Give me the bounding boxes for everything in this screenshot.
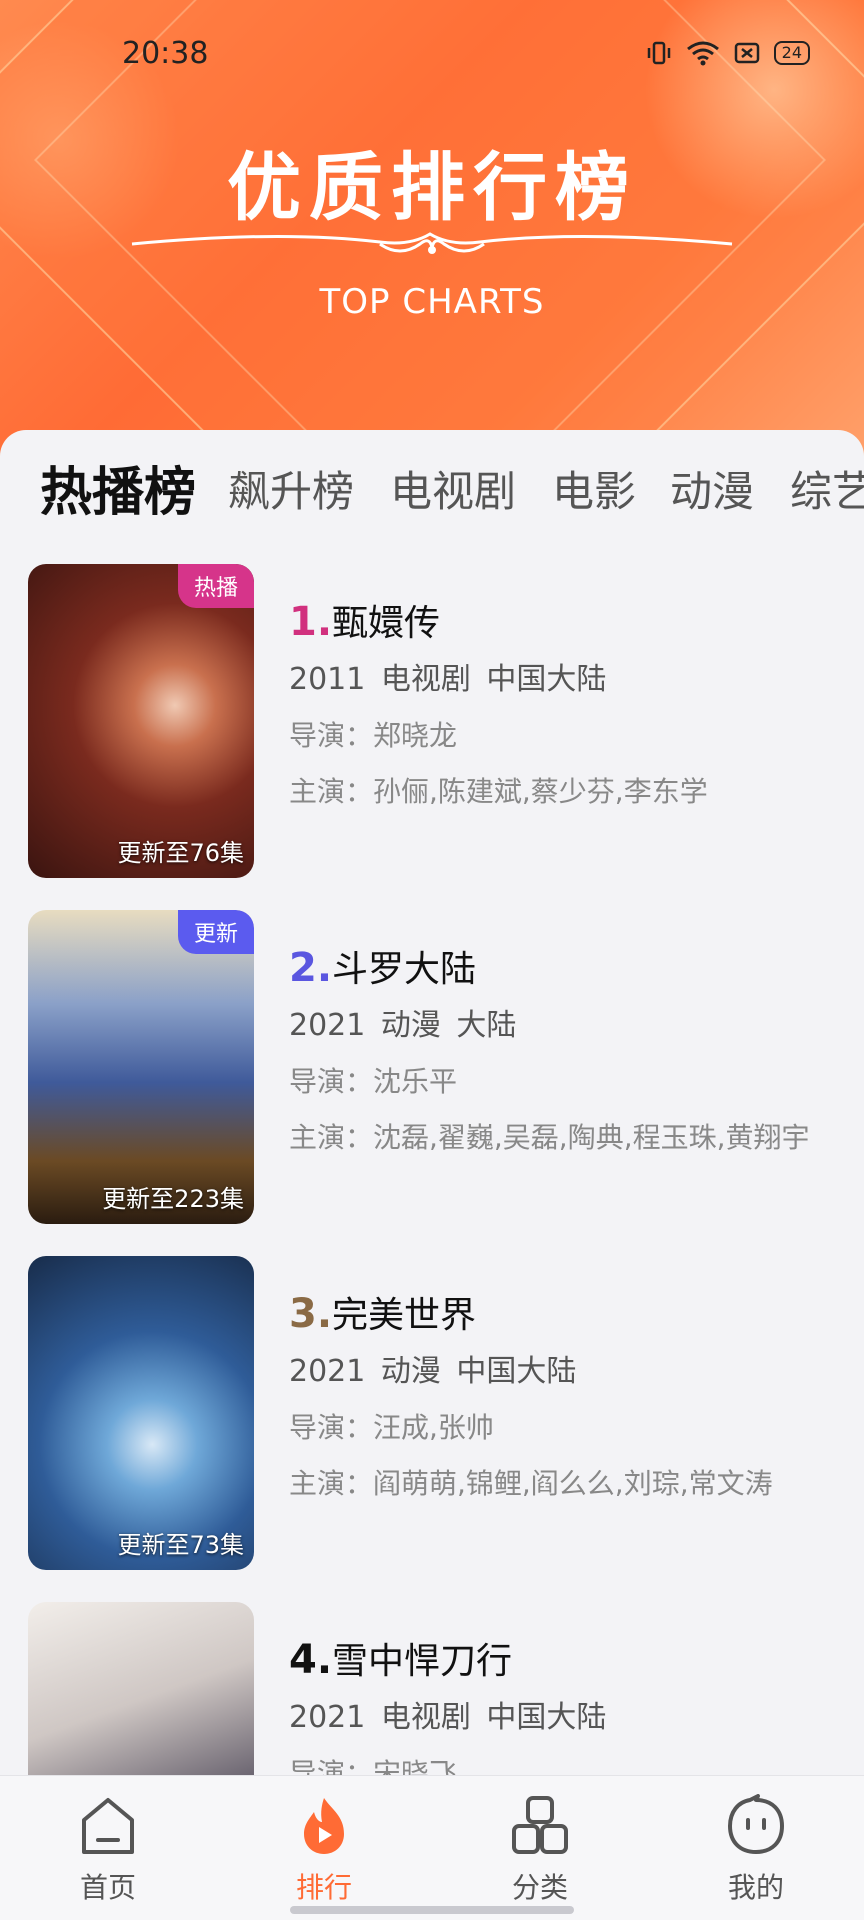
rank-number: 4. <box>289 1637 333 1683</box>
item-info: 4.雪中悍刀行 2021 电视剧 中国大陆 导演：宋晓飞 <box>289 1632 859 1775</box>
item-title: 1.甄嬛传 <box>289 594 859 645</box>
profile-icon <box>728 1794 784 1854</box>
nav-label: 分类 <box>511 1871 568 1904</box>
rank-number: 2. <box>289 945 333 991</box>
item-director: 导演：沈乐平 <box>289 1065 458 1098</box>
wifi-icon <box>686 41 719 66</box>
item-title: 4.雪中悍刀行 <box>289 1632 859 1683</box>
poster-image[interactable]: 更新至73集 <box>28 1256 254 1570</box>
item-info: 1.甄嬛传 2011 电视剧 中国大陆 导演：郑晓龙 主演：孙俪,陈建斌,蔡少芬… <box>289 594 859 810</box>
status-bar: 20:38 24 <box>0 0 864 110</box>
item-cast: 主演：阎萌萌,锦鲤,阎么么,刘琮,常文涛 <box>289 1467 773 1500</box>
item-meta: 2021 动漫 大陆 <box>289 1008 517 1043</box>
episode-count: 更新至223集 <box>102 1185 244 1213</box>
item-director: 导演：汪成,张帅 <box>289 1411 494 1444</box>
ranking-content: 热播榜 飙升榜 电视剧 电影 动漫 综艺 热播 更新至76集 1.甄嬛传 201… <box>0 430 864 1775</box>
vibrate-icon <box>647 41 670 65</box>
rank-number: 1. <box>289 599 333 645</box>
episode-count: 更新至76集 <box>117 839 244 867</box>
tab-movie[interactable]: 电影 <box>552 458 636 519</box>
episode-count: 更新至73集 <box>117 1531 244 1559</box>
tab-variety[interactable]: 综艺 <box>790 458 864 519</box>
sim-off-icon <box>734 42 759 64</box>
update-badge: 更新 <box>177 910 254 954</box>
hot-badge: 热播 <box>177 564 254 608</box>
header-banner: 20:38 24 优质排行榜 TOP CHARTS <box>0 0 864 460</box>
nav-category[interactable]: 分类 <box>470 1794 610 1906</box>
list-item[interactable]: 热播 更新至76集 1.甄嬛传 2011 电视剧 中国大陆 导演：郑晓龙 主演：… <box>28 564 864 880</box>
tab-hot[interactable]: 热播榜 <box>40 450 196 525</box>
fire-play-icon <box>304 1798 344 1854</box>
title-text: 甄嬛传 <box>332 603 441 644</box>
item-cast: 主演：沈磊,翟巍,吴磊,陶典,程玉珠,黄翔宇 <box>289 1121 810 1154</box>
nav-ranking[interactable]: 排行 <box>254 1794 394 1906</box>
status-icons: 24 <box>646 40 810 66</box>
rank-number: 3. <box>289 1291 333 1337</box>
title-text: 完美世界 <box>332 1295 477 1336</box>
category-tabs: 热播榜 飙升榜 电视剧 电影 动漫 综艺 <box>0 458 864 538</box>
status-time: 20:38 <box>122 36 209 71</box>
home-indicator <box>290 1906 574 1914</box>
title-text: 雪中悍刀行 <box>332 1641 513 1682</box>
item-title: 3.完美世界 <box>289 1286 859 1337</box>
tab-anime[interactable]: 动漫 <box>670 458 754 519</box>
item-meta: 2021 动漫 中国大陆 <box>289 1354 577 1389</box>
bottom-nav: 首页 排行 分类 我的 <box>0 1775 864 1920</box>
item-meta: 2011 电视剧 中国大陆 <box>289 662 607 697</box>
tab-tv[interactable]: 电视剧 <box>390 458 516 519</box>
item-meta: 2021 电视剧 中国大陆 <box>289 1700 607 1735</box>
item-director: 导演：宋晓飞 <box>289 1757 458 1775</box>
nav-label: 我的 <box>727 1871 784 1904</box>
flourish-ornament <box>131 232 733 254</box>
poster-image[interactable]: 更新 更新至223集 <box>28 910 254 1224</box>
list-item[interactable]: 4.雪中悍刀行 2021 电视剧 中国大陆 导演：宋晓飞 <box>28 1602 864 1775</box>
poster-image[interactable] <box>28 1602 254 1775</box>
list-item[interactable]: 更新 更新至223集 2.斗罗大陆 2021 动漫 大陆 导演：沈乐平 主演：沈… <box>28 910 864 1226</box>
item-director: 导演：郑晓龙 <box>289 719 458 752</box>
title-text: 斗罗大陆 <box>332 949 477 990</box>
item-info: 2.斗罗大陆 2021 动漫 大陆 导演：沈乐平 主演：沈磊,翟巍,吴磊,陶典,… <box>289 940 859 1156</box>
nav-label: 排行 <box>295 1871 352 1904</box>
item-info: 3.完美世界 2021 动漫 中国大陆 导演：汪成,张帅 主演：阎萌萌,锦鲤,阎… <box>289 1286 859 1502</box>
poster-image[interactable]: 热播 更新至76集 <box>28 564 254 878</box>
nav-label: 首页 <box>79 1871 136 1904</box>
home-icon <box>82 1798 134 1854</box>
nav-profile[interactable]: 我的 <box>686 1794 826 1906</box>
nav-home[interactable]: 首页 <box>38 1794 178 1906</box>
item-cast: 主演：孙俪,陈建斌,蔡少芬,李东学 <box>289 775 708 808</box>
list-item[interactable]: 更新至73集 3.完美世界 2021 动漫 中国大陆 导演：汪成,张帅 主演：阎… <box>28 1256 864 1572</box>
banner-subtitle: TOP CHARTS <box>319 282 545 322</box>
tab-rising[interactable]: 飙升榜 <box>228 458 354 519</box>
item-title: 2.斗罗大陆 <box>289 940 859 991</box>
battery-icon: 24 <box>773 41 810 65</box>
banner-title: 优质排行榜 <box>227 145 637 231</box>
category-icon <box>512 1796 568 1854</box>
